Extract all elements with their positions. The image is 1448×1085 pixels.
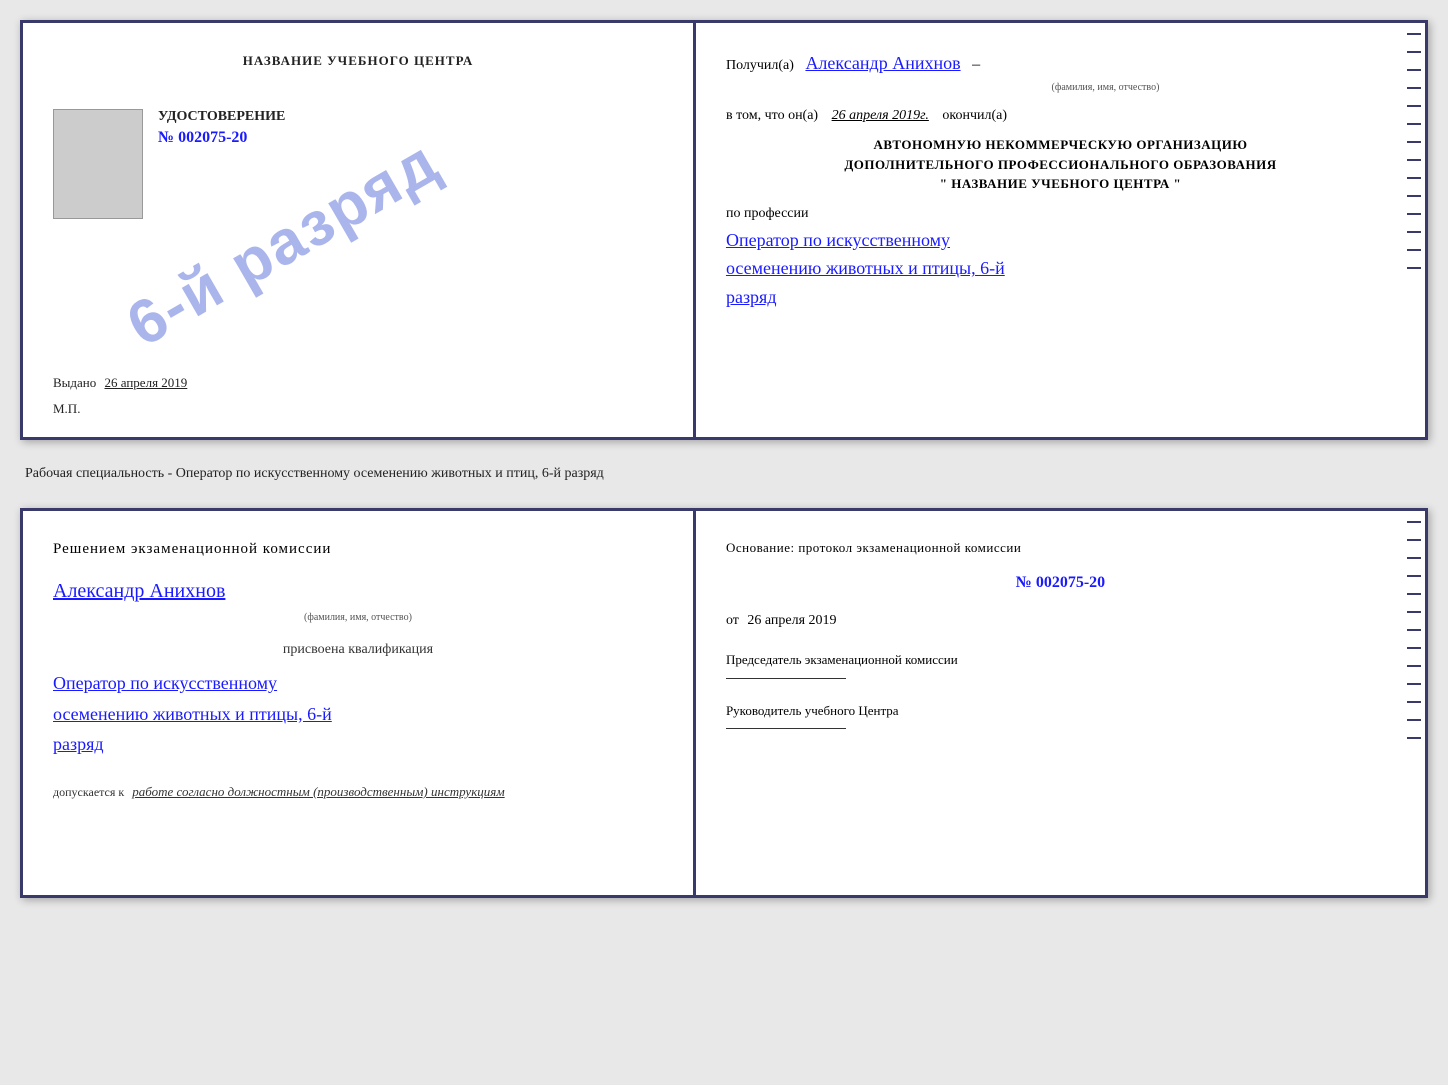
bottom-doc-left: Решением экзаменационной комиссии Алекса… (23, 511, 696, 895)
bottom-edge-line (1407, 539, 1421, 541)
osnovanie-text: Основание: протокол экзаменационной коми… (726, 536, 1395, 559)
edge-line (1407, 105, 1421, 107)
vtom-prefix: в том, что он(а) (726, 108, 818, 123)
edge-line (1407, 213, 1421, 215)
edge-line (1407, 267, 1421, 269)
vydano-date: 26 апреля 2019 (105, 375, 188, 390)
edge-line (1407, 231, 1421, 233)
prof-name: Оператор по искусственному осеменению жи… (726, 226, 1395, 312)
vydano-label: Выдано (53, 375, 96, 390)
top-doc-right: Получил(а) Александр Анихнов – (фамилия,… (696, 23, 1425, 437)
edge-line (1407, 123, 1421, 125)
org-line2: ДОПОЛНИТЕЛЬНОГО ПРОФЕССИОНАЛЬНОГО ОБРАЗО… (726, 155, 1395, 175)
bottom-document: Решением экзаменационной комиссии Алекса… (20, 508, 1428, 898)
org-block: АВТОНОМНУЮ НЕКОММЕРЧЕСКУЮ ОРГАНИЗАЦИЮ ДО… (726, 135, 1395, 194)
chairman-signature-line (726, 678, 846, 679)
bottom-edge-line (1407, 593, 1421, 595)
ot-date: от 26 апреля 2019 (726, 608, 1395, 633)
prisvoyena-label: присвоена квалификация (53, 637, 663, 662)
prof-line2: осеменению животных и птицы, 6-й (726, 258, 1005, 278)
bottom-doc-right: Основание: протокол экзаменационной коми… (696, 511, 1425, 895)
name-block: Александр Анихнов (фамилия, имя, отчеств… (53, 573, 663, 627)
protocol-number: № 002075-20 (726, 569, 1395, 598)
dash1: – (972, 56, 980, 73)
edge-line (1407, 195, 1421, 197)
qual-line2: осеменению животных и птицы, 6-й (53, 704, 332, 724)
bottom-edge-line (1407, 665, 1421, 667)
edge-line (1407, 141, 1421, 143)
vtom-date: 26 апреля 2019г. (832, 108, 929, 123)
middle-text: Рабочая специальность - Оператор по иску… (20, 458, 1428, 490)
edge-line (1407, 159, 1421, 161)
bottom-fio-label: (фамилия, имя, отчество) (53, 609, 663, 627)
bottom-edge-line (1407, 737, 1421, 739)
chairman-label: Председатель экзаменационной комиссии (726, 648, 1395, 671)
bottom-edge-line (1407, 557, 1421, 559)
poluchil-prefix: Получил(а) (726, 58, 794, 73)
dopuskaetsya-block: допускается к работе согласно должностны… (53, 780, 663, 804)
dopuskaetsya-val: работе согласно должностным (производств… (132, 784, 504, 799)
edge-line (1407, 177, 1421, 179)
po-professii: по профессии (726, 202, 1395, 226)
chairman-block: Председатель экзаменационной комиссии (726, 648, 1395, 678)
bottom-edge-line (1407, 719, 1421, 721)
org-line3: " НАЗВАНИЕ УЧЕБНОГО ЦЕНТРА " (726, 174, 1395, 194)
bottom-edge-line (1407, 683, 1421, 685)
ot-prefix: от (726, 613, 739, 628)
photo-placeholder (53, 109, 143, 219)
edge-line (1407, 33, 1421, 35)
bottom-edge-line (1407, 521, 1421, 523)
org-line1: АВТОНОМНУЮ НЕКОММЕРЧЕСКУЮ ОРГАНИЗАЦИЮ (726, 135, 1395, 155)
udostoverenie-block: УДОСТОВЕРЕНИЕ № 002075-20 (53, 109, 663, 219)
cert-number: № 002075-20 (158, 129, 285, 147)
edge-line (1407, 69, 1421, 71)
okonchil: окончил(а) (942, 108, 1007, 123)
rukovoditel-label: Руководитель учебного Центра (726, 699, 1395, 722)
fio-label: (фамилия, имя, отчество) (816, 79, 1395, 96)
top-document: НАЗВАНИЕ УЧЕБНОГО ЦЕНТРА 6-й разряд УДОС… (20, 20, 1428, 440)
professiya-block: по профессии Оператор по искусственному … (726, 202, 1395, 312)
cert-info: УДОСТОВЕРЕНИЕ № 002075-20 (158, 109, 285, 147)
komissia-title: Решением экзаменационной комиссии (53, 536, 663, 563)
rukovoditel-signature-line (726, 728, 846, 729)
bottom-edge-line (1407, 647, 1421, 649)
bottom-edge-line (1407, 701, 1421, 703)
prof-line3: разряд (726, 287, 777, 307)
prof-line1: Оператор по искусственному (726, 230, 950, 250)
bottom-edge-line (1407, 575, 1421, 577)
edge-decoration (1407, 33, 1421, 269)
qual-line3: разряд (53, 734, 104, 754)
vydano-line: Выдано 26 апреля 2019 (53, 375, 663, 391)
cert-title: УДОСТОВЕРЕНИЕ (158, 109, 285, 125)
dopuskaetsya-prefix: допускается к (53, 785, 124, 799)
rukovoditel-block: Руководитель учебного Центра (726, 699, 1395, 729)
bottom-edge-line (1407, 611, 1421, 613)
top-center-title: НАЗВАНИЕ УЧЕБНОГО ЦЕНТРА (243, 53, 474, 69)
vtom-line: в том, что он(а) 26 апреля 2019г. окончи… (726, 104, 1395, 128)
page-container: НАЗВАНИЕ УЧЕБНОГО ЦЕНТРА 6-й разряд УДОС… (20, 20, 1428, 898)
edge-line (1407, 51, 1421, 53)
bottom-name: Александр Анихнов (53, 573, 663, 609)
ot-date-val: 26 апреля 2019 (747, 613, 836, 628)
edge-line (1407, 87, 1421, 89)
bottom-edge-decoration (1407, 521, 1421, 739)
poluchil-line: Получил(а) Александр Анихнов – (фамилия,… (726, 48, 1395, 96)
bottom-edge-line (1407, 629, 1421, 631)
recipient-name: Александр Анихнов (805, 53, 960, 73)
mp-line: М.П. (53, 401, 663, 417)
qualification-block: Оператор по искусственному осеменению жи… (53, 668, 663, 760)
qual-line1: Оператор по искусственному (53, 673, 277, 693)
top-doc-left: НАЗВАНИЕ УЧЕБНОГО ЦЕНТРА 6-й разряд УДОС… (23, 23, 696, 437)
edge-line (1407, 249, 1421, 251)
